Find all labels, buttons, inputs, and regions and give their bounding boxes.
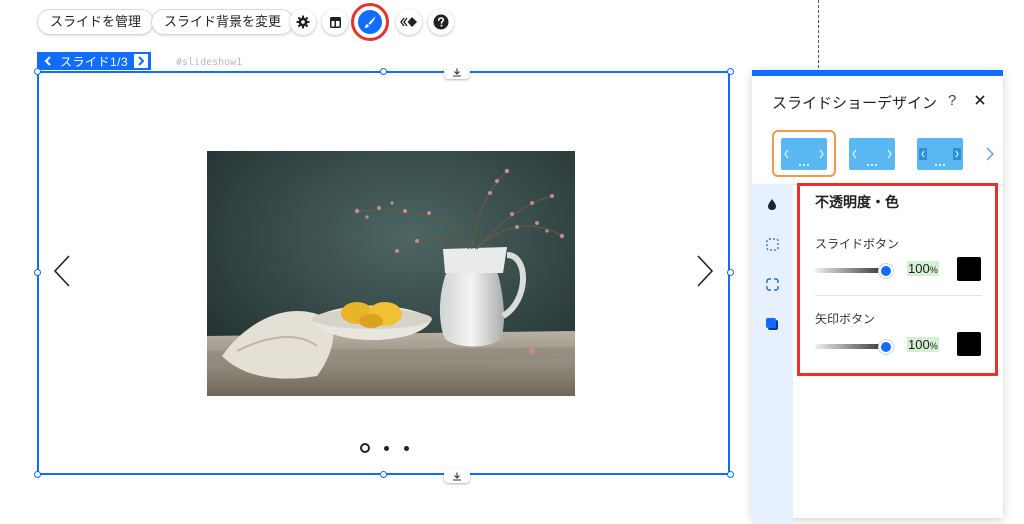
section-title: 不透明度・色 xyxy=(815,194,899,210)
animation-icon xyxy=(400,17,417,27)
tab-borders[interactable] xyxy=(762,234,782,254)
stretch-top-button[interactable] xyxy=(444,65,470,79)
preset-2-thumbnail xyxy=(852,149,892,166)
slide-image xyxy=(207,151,575,396)
slideshow-next-arrow[interactable] xyxy=(695,254,715,293)
resize-handle-top-left[interactable] xyxy=(34,68,41,75)
arrow-button-label: 矢印ボタン xyxy=(815,312,876,326)
help-icon xyxy=(433,14,449,30)
slide-dot[interactable] xyxy=(404,446,409,451)
design-button[interactable] xyxy=(358,10,382,34)
prev-slide-button[interactable] xyxy=(40,52,56,70)
presets-next-button[interactable] xyxy=(985,146,995,167)
arrow-button-opacity-knob[interactable] xyxy=(879,340,893,354)
slide-button-opacity-slider[interactable] xyxy=(815,268,885,273)
resize-handle-bottom-right[interactable] xyxy=(727,471,734,478)
preset-1-thumbnail xyxy=(784,149,824,166)
slide-dot-active[interactable] xyxy=(360,443,370,453)
slide-button-color-swatch[interactable] xyxy=(957,257,981,281)
arrow-button-color-swatch[interactable] xyxy=(957,332,981,356)
slide-navigator: スライド1/3 xyxy=(37,52,152,70)
animation-button[interactable] xyxy=(396,9,422,35)
slide-button-opacity-value[interactable]: 100% xyxy=(907,261,939,276)
tab-corners[interactable] xyxy=(762,274,782,294)
next-slide-button[interactable] xyxy=(134,54,149,68)
resize-handle-top[interactable] xyxy=(380,68,387,75)
panel-help-button[interactable]: ? xyxy=(948,92,956,109)
drop-icon xyxy=(768,198,776,210)
preset-3-thumbnail xyxy=(919,148,961,166)
design-preset-2[interactable] xyxy=(849,138,895,170)
panel-title: スライドショーデザイン xyxy=(772,95,938,112)
change-slide-background-button[interactable]: スライド背景を変更 xyxy=(151,9,295,35)
layout-icon xyxy=(329,16,341,28)
design-preset-1[interactable] xyxy=(781,138,827,170)
element-anchor-id: #slideshow1 xyxy=(176,57,243,68)
slide-button-label: スライドボタン xyxy=(815,237,900,251)
paint-brush-icon xyxy=(364,16,376,28)
tab-shadow[interactable] xyxy=(762,314,782,334)
chevron-right-icon xyxy=(138,56,145,66)
slide-dot[interactable] xyxy=(384,446,389,451)
design-button-highlight xyxy=(351,3,389,41)
dashed-square-icon xyxy=(765,237,779,251)
resize-handle-top-right[interactable] xyxy=(727,68,734,75)
field-divider xyxy=(815,295,982,296)
chevron-left-icon xyxy=(53,255,70,287)
tab-opacity-color[interactable] xyxy=(762,194,782,214)
chevron-right-icon xyxy=(697,255,714,287)
close-icon xyxy=(975,95,985,105)
arrow-button-opacity-value[interactable]: 100% xyxy=(907,337,939,352)
download-arrow-icon xyxy=(453,472,461,481)
layout-button[interactable] xyxy=(322,9,348,35)
slide-counter: スライド1/3 xyxy=(60,54,129,69)
settings-button[interactable] xyxy=(290,9,316,35)
resize-handle-left[interactable] xyxy=(34,269,41,276)
resize-handle-bottom-left[interactable] xyxy=(34,471,41,478)
resize-handle-bottom[interactable] xyxy=(380,471,387,478)
stretch-bottom-button[interactable] xyxy=(444,469,470,483)
help-button[interactable] xyxy=(428,9,454,35)
download-arrow-icon xyxy=(453,68,461,77)
resize-handle-right[interactable] xyxy=(727,269,734,276)
design-tabs-rail xyxy=(752,184,793,524)
gear-icon xyxy=(296,15,310,29)
corners-icon xyxy=(765,277,779,291)
arrow-button-opacity-slider[interactable] xyxy=(815,344,885,349)
chevron-left-icon xyxy=(44,56,51,66)
slide-button-opacity-knob[interactable] xyxy=(879,264,893,278)
manage-slides-button[interactable]: スライドを管理 xyxy=(37,9,155,35)
shadow-square-icon xyxy=(766,318,778,330)
slideshow-prev-arrow[interactable] xyxy=(52,254,72,293)
panel-close-button[interactable] xyxy=(972,92,988,108)
design-preset-3[interactable] xyxy=(917,138,963,170)
chevron-right-icon xyxy=(986,147,994,161)
